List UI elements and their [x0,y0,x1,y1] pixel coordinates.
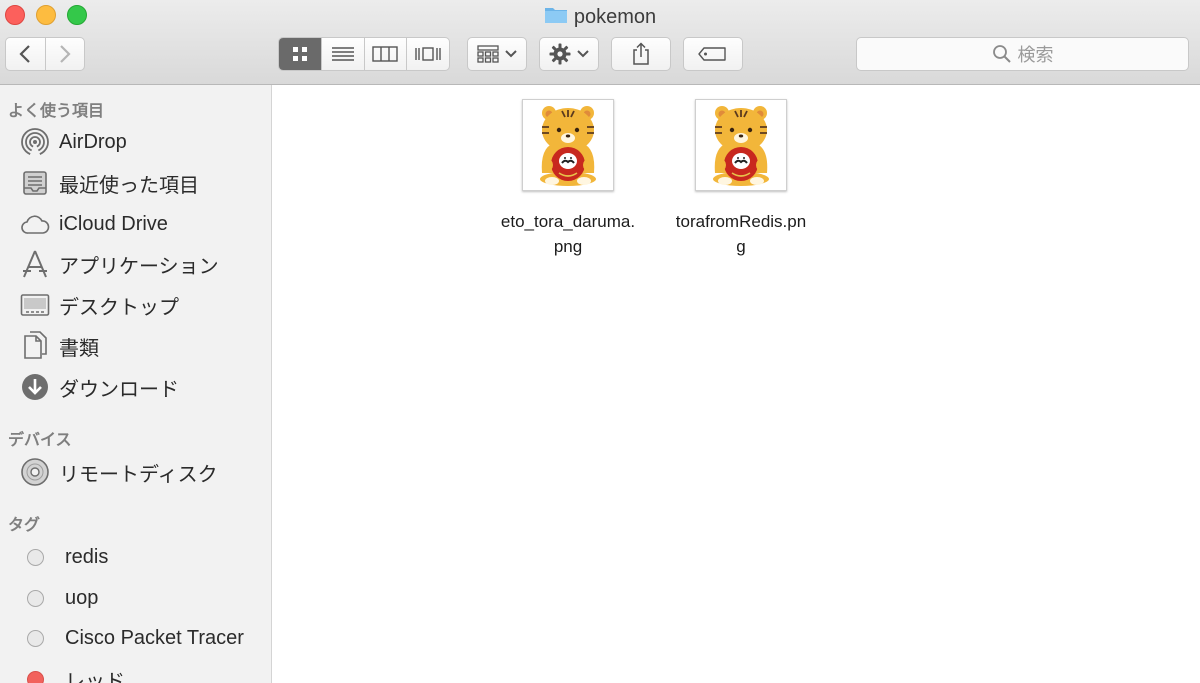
forward-button[interactable] [44,38,85,70]
chevron-down-icon [577,50,589,58]
sidebar-item-label: リモートディスク [59,463,218,486]
chevron-left-icon [19,45,31,63]
sidebar-item-label: 書類 [59,337,99,360]
sidebar-item-label: 最近使った項目 [59,174,199,197]
view-mode-group [278,37,450,71]
file-thumbnail [695,99,787,191]
file-name: torafromRedis.pn g [661,209,821,259]
chevron-right-icon [59,45,71,63]
documents-icon [19,330,51,362]
columns-icon [372,46,399,62]
sidebar-item-label: iCloud Drive [59,212,168,235]
tiger-daruma-image [713,106,769,186]
downloads-icon [19,371,51,403]
tag-color-dot-icon [25,622,45,654]
sidebar-tag-uop[interactable]: uop [19,582,98,614]
applications-icon [19,248,51,280]
sidebar-item-label: レッド [65,670,125,683]
tag-color-dot-icon [25,663,45,683]
devices-header: デバイス [8,432,72,449]
tag-icon [698,47,726,61]
search-placeholder: 検索 [1017,45,1054,65]
cover-flow-icon [415,47,441,61]
sidebar-item-desktop[interactable]: デスクトップ [19,289,179,321]
disc-icon [19,456,51,488]
sidebar-tag-cisco-packet-tracer[interactable]: Cisco Packet Tracer [19,622,244,654]
arrange-button[interactable] [467,37,527,71]
sidebar-item-label: Cisco Packet Tracer [65,626,244,649]
window-title: pokemon [0,4,1200,28]
sidebar-item-icloud-drive[interactable]: iCloud Drive [19,208,168,240]
folder-icon [544,4,568,30]
action-button[interactable] [539,37,599,71]
sidebar-tag-redis[interactable]: redis [19,541,108,573]
tag-color-dot-icon [25,582,45,614]
cloud-icon [19,208,51,240]
gear-icon [549,43,571,65]
icon-view-button[interactable] [279,38,321,70]
share-button[interactable] [611,37,671,71]
favorites-header: よく使う項目 [8,103,105,120]
recents-icon [19,167,51,199]
sidebar-item-documents[interactable]: 書類 [19,330,99,362]
window-toolbar: pokemon 検索 [0,0,1200,85]
back-forward-group [5,37,85,71]
list-icon [331,47,354,61]
sidebar-item-label: デスクトップ [59,296,179,319]
share-icon [633,42,649,65]
sidebar: よく使う項目 AirDrop 最近使った項目 iCloud Drive アプリケ… [0,85,272,683]
sidebar-item-downloads[interactable]: ダウンロード [19,371,179,403]
back-button[interactable] [6,38,45,70]
airdrop-icon [19,126,51,158]
sidebar-item-airdrop[interactable]: AirDrop [19,126,127,158]
file-name-line: eto_tora_daruma. [500,212,636,231]
edit-tags-button[interactable] [683,37,743,71]
grid-icon [292,47,307,61]
file-thumbnail [522,99,614,191]
sidebar-item-label: ダウンロード [59,378,179,401]
sidebar-item-label: uop [65,586,99,609]
file-name-line: g [736,237,746,256]
sidebar-item-recents[interactable]: 最近使った項目 [19,167,199,199]
sidebar-item-label: redis [65,545,109,568]
desktop-icon [19,289,51,321]
arrange-grid-icon [477,45,499,63]
list-view-button[interactable] [320,38,364,70]
tags-header: タグ [8,517,41,534]
sidebar-item-label: アプリケーション [59,255,219,278]
chevron-down-icon [505,50,517,58]
cover-flow-view-button[interactable] [406,38,449,70]
file-item[interactable]: eto_tora_daruma. png [483,99,653,259]
sidebar-item-label: AirDrop [59,130,127,153]
file-name: eto_tora_daruma. png [488,209,648,259]
sidebar-item-remote-disc[interactable]: リモートディスク [19,456,218,488]
file-item[interactable]: torafromRedis.pn g [656,99,826,259]
file-name-line: torafromRedis.pn [675,212,807,231]
sidebar-tag-red[interactable]: レッド [19,663,125,683]
column-view-button[interactable] [363,38,407,70]
window-title-text: pokemon [573,6,657,28]
search-field[interactable]: 検索 [856,37,1189,71]
tag-color-dot-icon [25,541,45,573]
file-name-line: png [553,237,583,256]
sidebar-item-applications[interactable]: アプリケーション [19,248,219,280]
tiger-daruma-image [540,106,596,186]
search-icon [992,45,1011,63]
